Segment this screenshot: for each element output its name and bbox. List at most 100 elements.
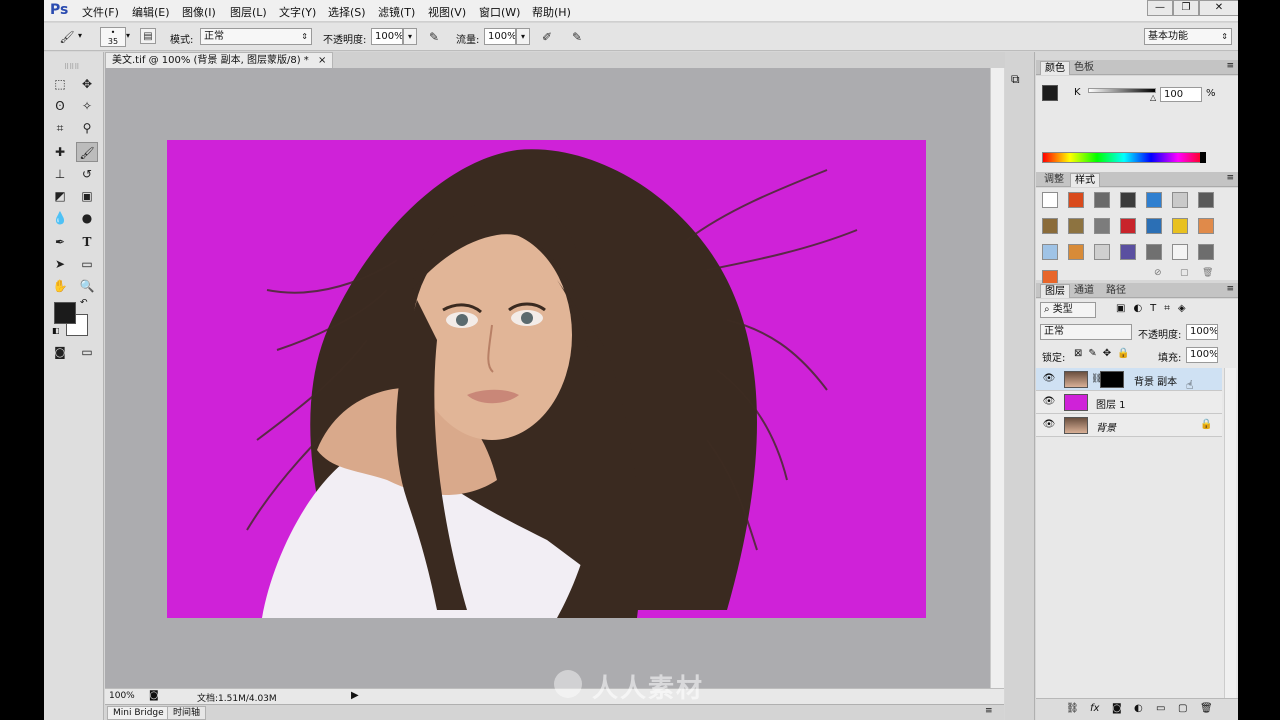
default-colors-icon[interactable]: ◧	[52, 326, 60, 335]
tab-color[interactable]: 颜色	[1040, 61, 1070, 75]
k-slider[interactable]	[1088, 88, 1156, 93]
history-panel-icon[interactable]: ⧉	[1011, 72, 1020, 87]
pressure-opacity-icon[interactable]: ✎	[425, 28, 443, 46]
tab-channels[interactable]: 通道	[1070, 284, 1098, 298]
zoom-level[interactable]: 100%	[109, 691, 135, 701]
healing-brush-tool-icon[interactable]: ✚	[49, 142, 71, 162]
screen-mode-icon[interactable]: ▭	[76, 342, 98, 362]
layer-mask-thumbnail[interactable]	[1100, 371, 1124, 388]
style-swatch[interactable]	[1042, 218, 1058, 234]
panel-menu-icon[interactable]: ≡	[1226, 284, 1234, 294]
menu-window[interactable]: 窗口(W)	[479, 4, 520, 20]
style-swatch[interactable]	[1172, 218, 1188, 234]
k-value-input[interactable]: 100	[1160, 87, 1202, 102]
eye-icon[interactable]: 👁	[1042, 396, 1056, 408]
foreground-color-swatch-top[interactable]	[54, 302, 76, 324]
fx-icon[interactable]: fx	[1090, 703, 1099, 714]
mode-select[interactable]: 正常 ⇕	[200, 28, 312, 45]
lock-icons[interactable]: ⊠✎✥🔒	[1074, 348, 1136, 359]
layer-row[interactable]: 👁 图层 1	[1036, 391, 1222, 414]
dodge-tool-icon[interactable]: ●	[76, 208, 98, 228]
tab-close-icon[interactable]: ×	[318, 55, 326, 66]
style-swatch[interactable]	[1120, 244, 1136, 260]
style-swatch[interactable]	[1042, 244, 1058, 260]
menu-select[interactable]: 选择(S)	[328, 4, 366, 20]
airbrush-icon[interactable]: ✐	[538, 28, 556, 46]
menu-file[interactable]: 文件(F)	[82, 4, 119, 20]
slider-handle-icon[interactable]: △	[1150, 93, 1156, 102]
tab-timeline[interactable]: 时间轴	[167, 706, 207, 720]
tab-mini-bridge[interactable]: Mini Bridge	[107, 706, 170, 720]
menu-image[interactable]: 图像(I)	[182, 4, 216, 20]
toolbox-grip[interactable]: ⠿⠿⠿	[64, 63, 79, 71]
style-swatch[interactable]	[1146, 218, 1162, 234]
chevron-down-icon[interactable]: ▾	[126, 31, 130, 40]
zoom-tool-icon[interactable]: 🔍	[76, 276, 98, 296]
style-swatch[interactable]	[1172, 244, 1188, 260]
layer-filter-select[interactable]: ⌕ 类型	[1040, 302, 1096, 318]
type-tool-icon[interactable]: T	[76, 232, 98, 252]
style-swatch[interactable]	[1146, 244, 1162, 260]
menu-help[interactable]: 帮助(H)	[532, 4, 571, 20]
clone-stamp-tool-icon[interactable]: ⊥	[49, 164, 71, 184]
menu-edit[interactable]: 编辑(E)	[132, 4, 170, 20]
history-brush-tool-icon[interactable]: ↺	[76, 164, 98, 184]
trash-icon[interactable]: 🗑	[1202, 268, 1213, 278]
opacity-slider-toggle[interactable]: ▾	[403, 28, 417, 45]
brush-tool-icon[interactable]: 🖌	[76, 142, 98, 162]
tab-adjustments[interactable]: 调整	[1040, 173, 1068, 187]
panel-menu-icon[interactable]: ≡	[1226, 61, 1234, 71]
menu-type[interactable]: 文字(Y)	[279, 4, 316, 20]
move-tool-icon[interactable]: ✥	[76, 74, 98, 94]
fill-input[interactable]: 100%	[1186, 347, 1218, 363]
style-swatch[interactable]	[1146, 192, 1162, 208]
style-swatch[interactable]	[1094, 192, 1110, 208]
mask-icon[interactable]: ◙	[1112, 703, 1122, 714]
blur-tool-icon[interactable]: 💧	[49, 208, 71, 228]
hand-tool-icon[interactable]: ✋	[49, 276, 71, 296]
eye-icon[interactable]: 👁	[1042, 373, 1056, 385]
canvas-area[interactable]	[105, 68, 990, 688]
panel-menu-icon[interactable]: ≡	[1226, 173, 1234, 183]
tab-styles[interactable]: 样式	[1070, 173, 1100, 187]
path-select-tool-icon[interactable]: ➤	[49, 254, 71, 274]
eyedropper-tool-icon[interactable]: ⚲	[76, 118, 98, 138]
opacity-input[interactable]: 100%	[371, 28, 403, 45]
layer-row[interactable]: 👁 背景 🔒	[1036, 414, 1222, 437]
tab-layers[interactable]: 图层	[1040, 284, 1070, 298]
close-button[interactable]: ✕	[1199, 0, 1238, 16]
clear-style-icon[interactable]: ⊘	[1154, 268, 1162, 278]
new-layer-icon[interactable]: ▢	[1178, 703, 1187, 714]
marquee-tool-icon[interactable]: ⬚	[49, 74, 71, 94]
menu-layer[interactable]: 图层(L)	[230, 4, 267, 20]
brush-size-picker[interactable]: • 35	[100, 27, 126, 47]
adjustment-icon[interactable]: ◐	[1134, 703, 1143, 714]
menu-filter[interactable]: 滤镜(T)	[378, 4, 415, 20]
lasso-tool-icon[interactable]: ʘ	[49, 96, 71, 116]
gradient-tool-icon[interactable]: ▣	[76, 186, 98, 206]
trash-icon[interactable]: 🗑	[1200, 703, 1213, 714]
style-swatch[interactable]	[1068, 192, 1084, 208]
workspace-select[interactable]: 基本功能 ⇕	[1144, 28, 1232, 45]
style-swatch[interactable]	[1198, 192, 1214, 208]
eye-icon[interactable]: 👁	[1042, 419, 1056, 431]
flow-slider-toggle[interactable]: ▾	[516, 28, 530, 45]
crop-tool-icon[interactable]: ⌗	[49, 118, 71, 138]
link-icon[interactable]: ⛓	[1066, 703, 1079, 714]
status-info-icon[interactable]: ◙	[149, 690, 159, 701]
eraser-tool-icon[interactable]: ◩	[49, 186, 71, 206]
filter-type-icons[interactable]: ▣◐T⌗◈	[1116, 303, 1194, 314]
pressure-size-icon[interactable]: ✎	[568, 28, 586, 46]
swap-colors-icon[interactable]: ↶	[80, 298, 88, 308]
tab-paths[interactable]: 路径	[1102, 284, 1130, 298]
style-swatch[interactable]	[1198, 218, 1214, 234]
restore-button[interactable]: ❐	[1173, 0, 1199, 16]
menu-view[interactable]: 视图(V)	[428, 4, 466, 20]
color-fg-swatch[interactable]	[1042, 85, 1058, 101]
layers-scrollbar[interactable]	[1224, 368, 1236, 698]
style-swatch[interactable]	[1068, 218, 1084, 234]
style-swatch[interactable]	[1198, 244, 1214, 260]
canvas-scrollbar[interactable]	[990, 68, 1004, 688]
style-swatch[interactable]	[1042, 192, 1058, 208]
brush-panel-toggle-icon[interactable]: ▤	[140, 28, 156, 44]
